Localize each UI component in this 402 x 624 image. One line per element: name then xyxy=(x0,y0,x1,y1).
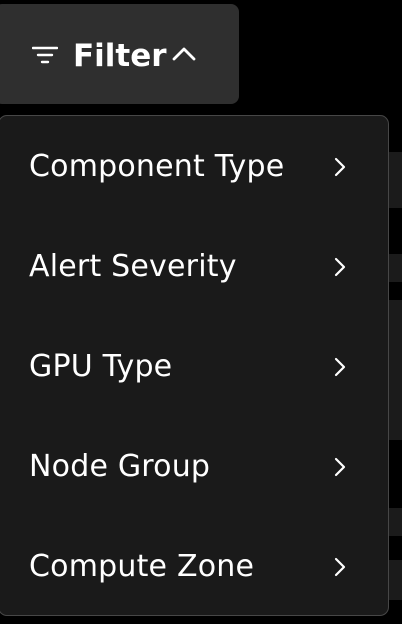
menu-item-label: Alert Severity xyxy=(29,249,237,284)
menu-item-label: Compute Zone xyxy=(29,549,255,584)
menu-item-alert-severity[interactable]: Alert Severity xyxy=(0,216,388,316)
menu-item-label: GPU Type xyxy=(29,349,173,384)
menu-item-node-group[interactable]: Node Group xyxy=(0,416,388,516)
menu-item-component-type[interactable]: Component Type xyxy=(0,116,388,216)
menu-item-label: Component Type xyxy=(29,149,285,184)
menu-item-label: Node Group xyxy=(29,449,211,484)
filter-lines-icon xyxy=(32,46,58,64)
menu-item-compute-zone[interactable]: Compute Zone xyxy=(0,516,388,616)
chevron-right-icon xyxy=(334,157,346,177)
chevron-right-icon xyxy=(334,357,346,377)
filter-button-label: Filter xyxy=(73,38,167,74)
filter-button[interactable]: Filter xyxy=(0,4,239,104)
chevron-right-icon xyxy=(334,457,346,477)
filter-dropdown-screen: Filter Component Type Alert Severity GPU… xyxy=(0,0,402,624)
menu-item-gpu-type[interactable]: GPU Type xyxy=(0,316,388,416)
chevron-right-icon xyxy=(334,257,346,277)
chevron-up-icon xyxy=(172,47,196,61)
filter-menu: Component Type Alert Severity GPU Type N… xyxy=(0,115,389,616)
chevron-right-icon xyxy=(334,557,346,577)
